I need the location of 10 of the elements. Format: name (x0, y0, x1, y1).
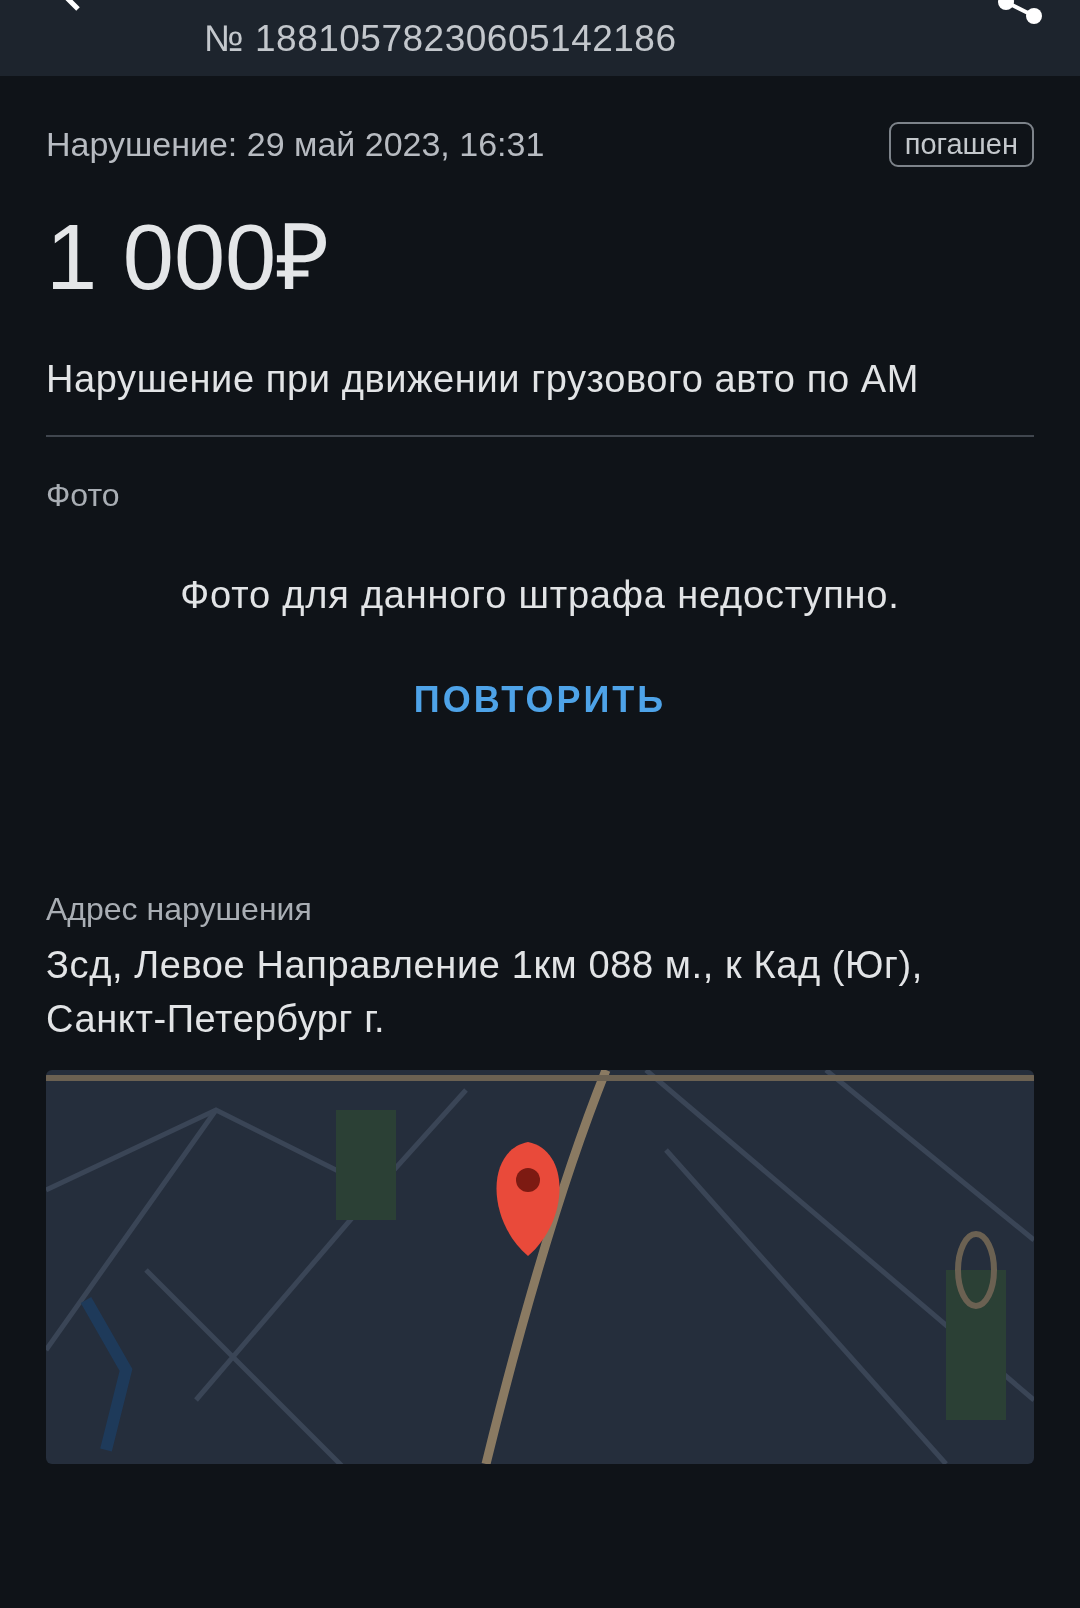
retry-button[interactable]: ПОВТОРИТЬ (401, 673, 679, 727)
section-label: Адрес нарушения (46, 891, 313, 928)
status-badge: погашен (888, 122, 1034, 167)
violation-description: Нарушение при движении грузового авто по АМ (46, 357, 920, 402)
photo-unavailable-message: Фото для данного штрафа недоступно. (179, 574, 901, 617)
fine-number: № 18810578230605142186 (204, 18, 677, 60)
section-label: Фото (46, 477, 121, 514)
fine-amount: 1 000₽ (46, 211, 332, 303)
violation-datetime: Нарушение: 29 май 2023, 16:31 (46, 125, 545, 164)
violation-address: Зсд, Левое Направление 1км 088 м., к Кад (Юг), Санкт-Петербург г. (46, 943, 924, 1042)
